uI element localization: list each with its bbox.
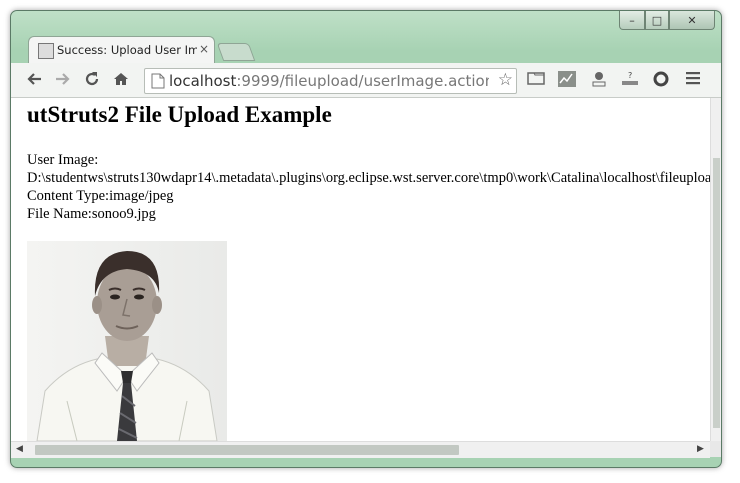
url-text[interactable]: localhost:9999/fileupload/userImage.acti… [169,72,489,90]
download-extension-icon[interactable] [589,70,609,90]
page-icon [151,73,165,89]
new-tab-button[interactable] [216,43,256,61]
favicon-icon [38,43,54,59]
user-image-label: User Image: [27,152,99,168]
browser-toolbar: localhost:9999/fileupload/userImage.acti… [11,63,721,98]
svg-text:?: ? [628,71,632,80]
content-type: Content Type:image/jpeg [27,188,174,204]
tab-title: Success: Upload User Imag [57,43,197,57]
horizontal-scrollbar[interactable]: ◀ ▶ [11,441,710,458]
vertical-scrollbar[interactable] [710,98,721,441]
user-image-path: D:\studentws\struts130wdapr14\.metadata\… [27,170,710,186]
browser-window: Success: Upload User Imag × – □ ✕ localh… [10,10,722,468]
address-bar[interactable]: localhost:9999/fileupload/userImage.acti… [144,68,517,94]
page-title: utStruts2 File Upload Example [27,102,332,127]
close-window-button[interactable]: ✕ [669,11,715,30]
scroll-corner [710,441,721,457]
url-path: :9999/fileupload/userImage.action;jse [236,72,489,90]
forward-arrow-icon[interactable] [53,70,73,90]
back-arrow-icon[interactable] [24,70,44,90]
tab-close-icon[interactable]: × [199,42,209,56]
scroll-right-arrow-icon[interactable]: ▶ [697,444,704,454]
folder-extension-icon[interactable] [526,70,546,90]
file-name: File Name:sonoo9.jpg [27,206,156,222]
star-icon[interactable]: ☆ [498,70,513,90]
page-content: utStruts2 File Upload Example User Image… [11,98,710,441]
reload-icon[interactable] [82,70,102,90]
minimize-button[interactable]: – [619,11,645,30]
url-host: localhost [169,72,237,90]
menu-icon[interactable] [683,70,703,90]
help-extension-icon[interactable]: ? [620,70,640,90]
maximize-button[interactable]: □ [645,11,669,30]
uploaded-photo [27,241,227,441]
horizontal-scroll-thumb[interactable] [35,445,459,455]
home-icon[interactable] [111,70,131,90]
vertical-scroll-thumb[interactable] [713,158,720,428]
title-bar: Success: Upload User Imag × – □ ✕ [11,11,721,64]
chart-extension-icon[interactable] [557,70,577,90]
window-controls: – □ ✕ [619,11,715,31]
tab-active[interactable]: Success: Upload User Imag × [28,36,215,64]
circle-extension-icon[interactable] [651,70,671,90]
scroll-left-arrow-icon[interactable]: ◀ [16,444,23,454]
